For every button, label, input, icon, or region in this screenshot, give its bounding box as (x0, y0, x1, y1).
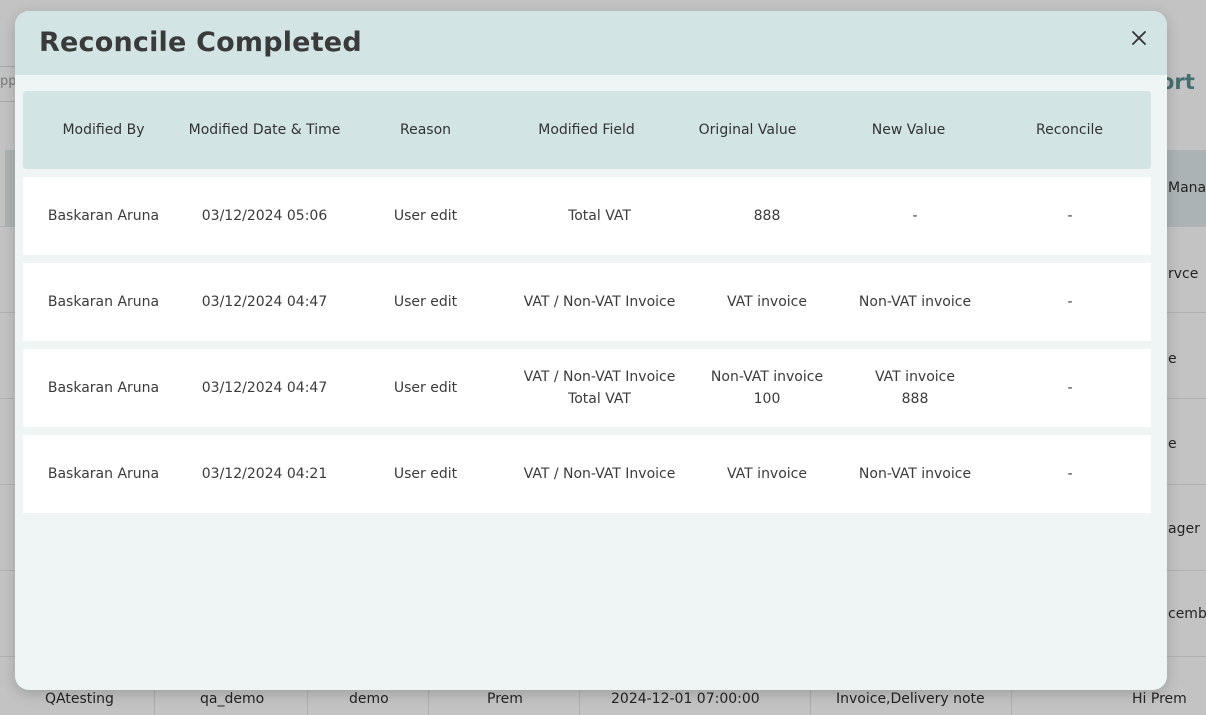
cell-new-value: Non-VAT invoice (841, 291, 989, 313)
cell-new-value: VAT invoice 888 (841, 366, 989, 410)
cell-modified-by: Baskaran Aruna (47, 208, 160, 224)
cell-line: Non-VAT invoice (858, 294, 972, 310)
reconcile-modal: Reconcile Completed Modified By Modified… (15, 11, 1167, 690)
cell-datetime: 03/12/2024 04:21 (201, 466, 328, 482)
cell-reconcile: - (1067, 208, 1073, 224)
modal-header: Reconcile Completed (15, 11, 1167, 75)
cell-line: 100 (753, 391, 781, 407)
cell-modified-field: VAT / Non-VAT Invoice (506, 291, 693, 313)
table-row: Baskaran Aruna 03/12/2024 04:47 User edi… (23, 349, 1151, 427)
cell-new-value: - (841, 205, 989, 227)
cell-reason: User edit (393, 380, 458, 396)
cell-line: Total VAT (568, 391, 631, 407)
column-header-reason: Reason (399, 122, 452, 138)
cell-original-value: VAT invoice (693, 291, 841, 313)
cell-original-value: 888 (693, 205, 841, 227)
cell-line: VAT invoice (727, 466, 807, 482)
cell-line: Non-VAT invoice (858, 466, 972, 482)
table-row: Baskaran Aruna 03/12/2024 05:06 User edi… (23, 177, 1151, 255)
cell-line: VAT invoice (727, 294, 807, 310)
cell-original-value: Non-VAT invoice 100 (693, 366, 841, 410)
cell-reconcile: - (1067, 466, 1073, 482)
cell-line: VAT / Non-VAT Invoice (523, 466, 676, 482)
cell-line: 888 (753, 208, 781, 224)
cell-line: Non-VAT invoice (710, 369, 824, 385)
column-header-reconcile: Reconcile (1036, 122, 1103, 138)
cell-line: 888 (901, 391, 929, 407)
cell-modified-by: Baskaran Aruna (47, 294, 160, 310)
cell-new-value: Non-VAT invoice (841, 463, 989, 485)
cell-modified-by: Baskaran Aruna (47, 380, 160, 396)
cell-line: VAT invoice (875, 369, 955, 385)
cell-line: Total VAT (568, 208, 631, 224)
column-header-original-value: Original Value (698, 122, 797, 138)
table-row: Baskaran Aruna 03/12/2024 04:47 User edi… (23, 263, 1151, 341)
cell-modified-field: VAT / Non-VAT Invoice Total VAT (506, 366, 693, 410)
cell-reason: User edit (393, 208, 458, 224)
column-header-modified-field: Modified Field (538, 122, 635, 138)
cell-datetime: 03/12/2024 05:06 (201, 208, 328, 224)
cell-reason: User edit (393, 466, 458, 482)
cell-datetime: 03/12/2024 04:47 (201, 294, 328, 310)
table-header: Modified By Modified Date & Time Reason … (23, 91, 1151, 169)
cell-reason: User edit (393, 294, 458, 310)
cell-modified-by: Baskaran Aruna (47, 466, 160, 482)
cell-line: VAT / Non-VAT Invoice (523, 294, 676, 310)
reconcile-table: Modified By Modified Date & Time Reason … (23, 91, 1151, 513)
cell-datetime: 03/12/2024 04:47 (201, 380, 328, 396)
cell-line: - (912, 208, 918, 224)
modal-title: Reconcile Completed (39, 27, 362, 58)
cell-reconcile: - (1067, 380, 1073, 396)
column-header-modified-by: Modified By (62, 122, 145, 138)
table-row: Baskaran Aruna 03/12/2024 04:21 User edi… (23, 435, 1151, 513)
column-header-new-value: New Value (871, 122, 946, 138)
close-icon (1132, 31, 1146, 45)
cell-reconcile: - (1067, 294, 1073, 310)
cell-original-value: VAT invoice (693, 463, 841, 485)
cell-modified-field: VAT / Non-VAT Invoice (506, 463, 693, 485)
column-header-modified-date: Modified Date & Time (188, 122, 341, 138)
cell-modified-field: Total VAT (506, 205, 693, 227)
cell-line: VAT / Non-VAT Invoice (523, 369, 676, 385)
close-button[interactable] (1129, 28, 1149, 48)
